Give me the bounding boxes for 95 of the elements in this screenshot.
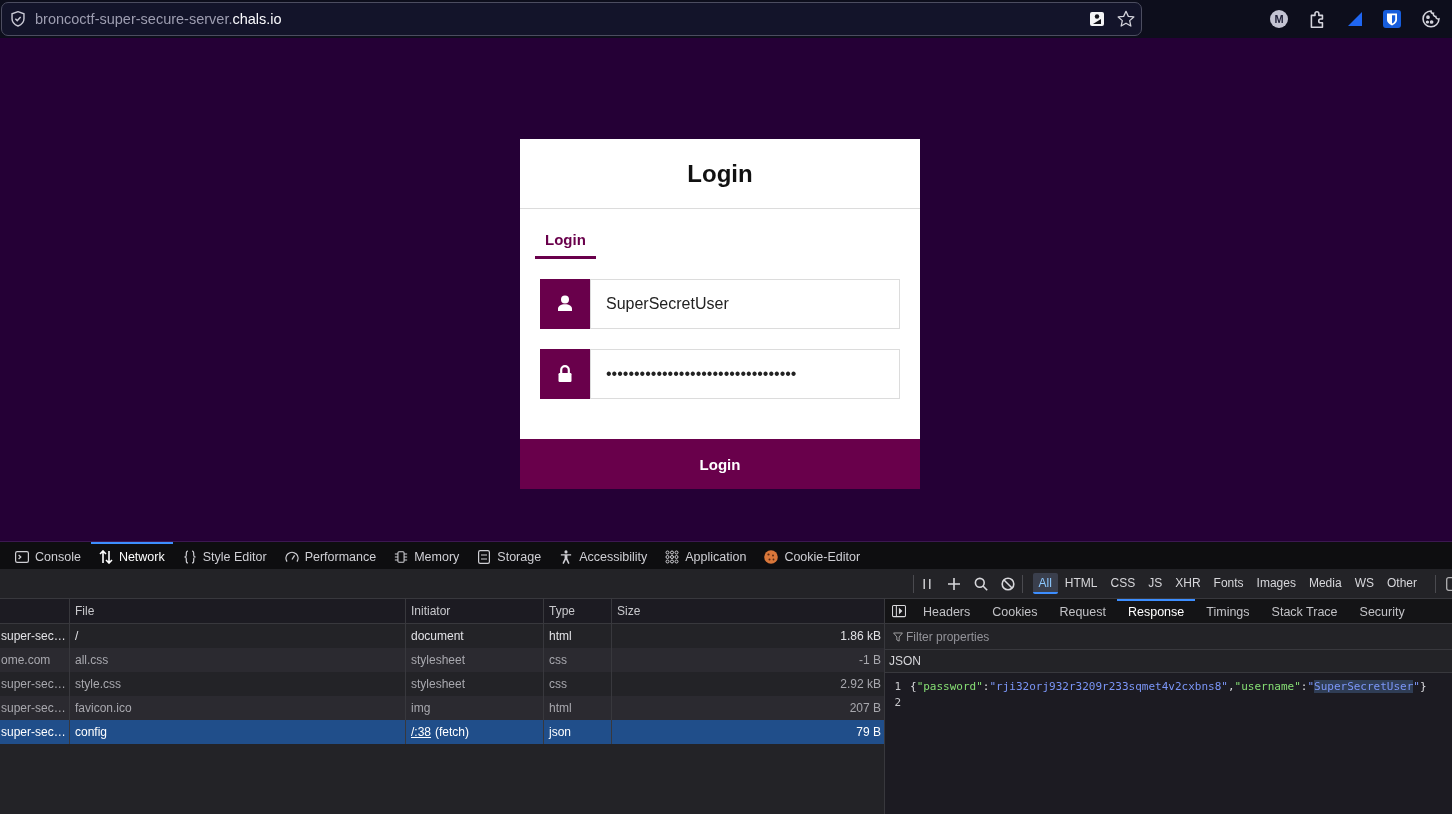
table-cell: css [549, 653, 567, 667]
filter-button[interactable]: All [1032, 573, 1058, 594]
filter-button[interactable]: CSS [1104, 573, 1142, 594]
table-cell: stylesheet [411, 677, 466, 691]
block-icon[interactable] [1000, 576, 1015, 591]
console-icon [15, 549, 29, 564]
devtools-tab[interactable]: Memory [386, 542, 468, 569]
search-icon[interactable] [973, 576, 988, 591]
filter-bar[interactable]: Filter properties [885, 624, 1452, 650]
braces-icon [182, 549, 197, 564]
devtools-tab[interactable]: Performance [276, 542, 385, 569]
table-row[interactable]: super-sec… favicon.ico img html 207 B [0, 696, 884, 720]
filter-button[interactable]: JS [1142, 573, 1169, 594]
column-header[interactable]: Type [549, 604, 575, 618]
sidebar-toggle-icon[interactable] [892, 604, 906, 618]
table-cell: -1 B [859, 653, 881, 667]
table-cell: html [549, 701, 572, 715]
lock-icon [540, 349, 590, 399]
cookie-icon[interactable] [1422, 10, 1440, 28]
panel-tab[interactable]: Request [1048, 599, 1117, 623]
url-text: broncoctf-super-secure-server.chals.io [35, 11, 282, 27]
tab[interactable]: Login [535, 222, 596, 259]
devtools-tab[interactable]: Console [7, 542, 89, 569]
initiator-link[interactable]: /:38 [411, 725, 431, 739]
table-cell: img [411, 701, 431, 715]
chip-icon [394, 549, 409, 564]
filter-button[interactable]: Other [1381, 573, 1423, 594]
person-icon [559, 549, 574, 564]
table-cell: 207 B [849, 701, 881, 715]
devtools-tab[interactable]: Style Editor [174, 542, 275, 569]
table-cell: css [549, 677, 567, 691]
filter-button[interactable]: Fonts [1207, 573, 1250, 594]
table-cell: stylesheet [411, 653, 466, 667]
filter-button[interactable]: XHR [1169, 573, 1207, 594]
arrows-icon [98, 549, 113, 564]
account-avatar[interactable]: M [1270, 10, 1288, 28]
filter-icon [893, 631, 903, 642]
filter-field[interactable]: Filter properties [906, 629, 1452, 644]
panel-tab[interactable]: Security [1348, 599, 1416, 623]
table-row[interactable]: super-sec… style.css stylesheet css 2.92 kB [0, 672, 884, 696]
user-icon [540, 279, 590, 329]
table-cell: / [75, 629, 79, 643]
input-field[interactable]: SuperSecretUser [590, 279, 900, 329]
column-header[interactable]: File [75, 604, 95, 618]
table-cell: html [549, 629, 572, 643]
section-label: JSON [889, 654, 921, 668]
devtools-tab[interactable]: Application [657, 542, 755, 569]
line-number: 1 [893, 679, 901, 693]
login-button[interactable]: Login [520, 439, 920, 489]
table-cell: style.css [75, 677, 121, 691]
plus-icon[interactable] [946, 576, 961, 591]
table-cell: all.css [75, 653, 109, 667]
shield-icon[interactable] [1383, 10, 1401, 28]
filter-button[interactable]: WS [1348, 573, 1380, 594]
devtools-tab[interactable]: Accessibility [551, 542, 656, 569]
table-cell: super-sec… [1, 677, 66, 691]
table-cell: json [549, 725, 571, 739]
panel-tab[interactable]: Headers [912, 599, 982, 623]
table-cell: (fetch) [435, 725, 470, 739]
table-cell: super-sec… [1, 701, 66, 715]
column-header[interactable]: Size [617, 604, 641, 618]
filter-button[interactable]: Images [1250, 573, 1302, 594]
panel-tab[interactable]: Cookies [981, 599, 1049, 623]
table-cell: super-sec… [1, 629, 66, 643]
table-row[interactable]: super-sec… / document html 1.86 kB [0, 624, 884, 648]
table-cell: document [411, 629, 464, 643]
table-row[interactable]: super-sec… config /:38 (fetch) json 79 B [0, 720, 884, 744]
code-line: {"password":"rji32orj932r3209r233sqmet4v2cxbns8","username":"SuperSecretUser"} [910, 679, 1427, 693]
panel-tab[interactable]: Stack Trace [1260, 599, 1349, 623]
devtools-tab[interactable]: Storage [469, 542, 550, 569]
table-cell: ome.com [1, 653, 51, 667]
column-header[interactable]: Initiator [411, 604, 451, 618]
line-number: 2 [893, 695, 901, 709]
table-cell: favicon.ico [75, 701, 132, 715]
cookie-icon [764, 549, 779, 564]
table-row[interactable]: ome.com all.css stylesheet css -1 B [0, 648, 884, 672]
storage-icon [477, 549, 492, 564]
filter-button[interactable]: HTML [1058, 573, 1104, 594]
table-cell: 79 B [856, 725, 881, 739]
shield-icon[interactable] [10, 11, 26, 27]
table-cell: 2.92 kB [840, 677, 881, 691]
table-cell: 1.86 kB [840, 629, 881, 643]
panel-tab[interactable]: Timings [1195, 599, 1261, 623]
gauge-icon [284, 549, 299, 564]
table-cell: super-sec… [1, 725, 66, 739]
devtools-tab[interactable]: Cookie-Editor [756, 542, 869, 569]
triangle-icon[interactable] [1348, 12, 1362, 26]
table-cell: config [75, 725, 108, 739]
grid-icon [665, 549, 680, 564]
card-title: Login [687, 159, 753, 188]
image-icon[interactable] [1090, 12, 1104, 26]
filter-button[interactable]: Media [1302, 573, 1348, 594]
address-field[interactable]: broncoctf-super-secure-server.chals.io [1, 2, 1142, 36]
star-icon[interactable] [1117, 10, 1135, 28]
input-field[interactable]: •••••••••••••••••••••••••••••••••• [590, 349, 900, 399]
